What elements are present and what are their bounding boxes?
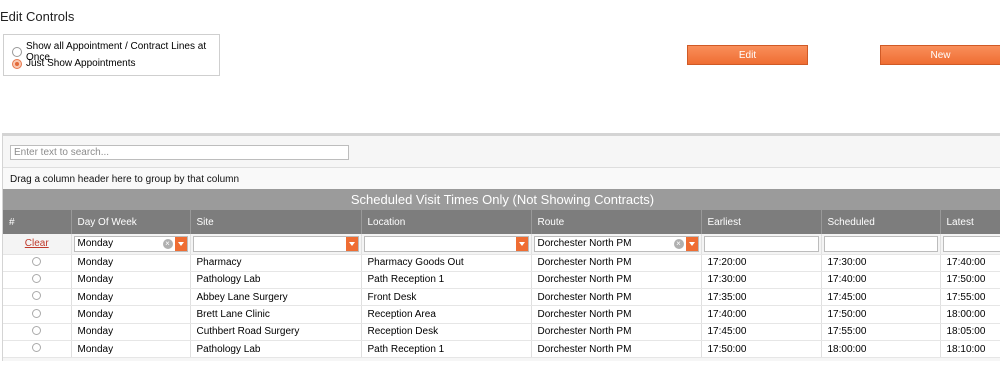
cell-location: Pharmacy Goods Out: [361, 254, 532, 272]
table-row[interactable]: Monday Pharmacy Pharmacy Goods Out Dorch…: [3, 254, 1000, 272]
page-title: Edit Controls: [0, 9, 75, 24]
site-filter[interactable]: [192, 235, 359, 252]
header-row: # Day Of Week Site Location Route Earlie…: [3, 210, 1000, 234]
cell-day: Monday: [71, 254, 191, 272]
cell-site: Pharmacy: [190, 254, 362, 272]
cell-location: Front Desk: [361, 288, 532, 307]
table-row[interactable]: Monday Pathology Lab Path Reception 1 Do…: [3, 271, 1000, 290]
visit-times-grid: Drag a column header here to group by th…: [2, 133, 1000, 361]
just-appointments-label: Just Show Appointments: [26, 58, 136, 69]
row-select-radio[interactable]: [31, 273, 41, 283]
cell-site: Brett Lane Clinic: [190, 305, 362, 324]
cell-latest: 18:10:00: [940, 340, 1000, 359]
cell-scheduled: 18:00:00: [821, 340, 941, 359]
route-filter[interactable]: Dorchester North PM ×: [533, 235, 699, 252]
cell-day: Monday: [71, 323, 191, 341]
cell-day: Monday: [71, 288, 191, 307]
filter-row: Clear Monday × Dorchester North PM ×: [3, 234, 1000, 255]
cell-route: Dorchester North PM: [531, 288, 702, 307]
cell-site: Abbey Lane Surgery: [190, 288, 362, 307]
cell-scheduled: 17:55:00: [821, 323, 941, 341]
route-dropdown-icon[interactable]: [685, 236, 698, 251]
cell-latest: 17:40:00: [940, 254, 1000, 272]
cell-scheduled: 17:30:00: [821, 254, 941, 272]
location-dropdown-icon[interactable]: [515, 236, 528, 251]
column-header-location[interactable]: Location: [361, 210, 532, 234]
clear-route-icon[interactable]: ×: [673, 238, 684, 249]
edit-button[interactable]: Edit: [687, 45, 808, 65]
day-filter-value: Monday: [77, 238, 114, 250]
cell-route: Dorchester North PM: [531, 271, 702, 290]
cell-route: Dorchester North PM: [531, 254, 702, 272]
cell-earliest: 17:35:00: [701, 288, 822, 307]
cell-earliest: 17:45:00: [701, 323, 822, 341]
cell-earliest: 17:20:00: [701, 254, 822, 272]
table-row[interactable]: Monday Pathology Lab Path Reception 1 Do…: [3, 340, 1000, 359]
cell-earliest: 17:40:00: [701, 305, 822, 324]
search-input[interactable]: [10, 145, 349, 160]
just-appointments-radio[interactable]: [12, 58, 22, 69]
cell-scheduled: 17:50:00: [821, 305, 941, 324]
view-mode-group: Show all Appointment / Contract Lines at…: [3, 34, 220, 76]
grid-table: # Day Of Week Site Location Route Earlie…: [3, 210, 1000, 359]
cell-day: Monday: [71, 340, 191, 359]
cell-earliest: 17:50:00: [701, 340, 822, 359]
group-panel[interactable]: Drag a column header here to group by th…: [3, 167, 1000, 189]
cell-latest: 17:55:00: [940, 288, 1000, 307]
cell-scheduled: 17:40:00: [821, 271, 941, 290]
table-row[interactable]: Monday Abbey Lane Surgery Front Desk Dor…: [3, 288, 1000, 307]
column-header-day[interactable]: Day Of Week: [71, 210, 191, 234]
row-select-radio[interactable]: [31, 291, 41, 301]
cell-route: Dorchester North PM: [531, 323, 702, 341]
latest-filter[interactable]: [942, 235, 1000, 252]
column-header-site[interactable]: Site: [190, 210, 362, 234]
column-header-route[interactable]: Route: [531, 210, 702, 234]
day-filter[interactable]: Monday ×: [73, 235, 188, 252]
cell-day: Monday: [71, 271, 191, 290]
row-select-radio[interactable]: [31, 343, 41, 353]
cell-site: Pathology Lab: [190, 340, 362, 359]
column-header-latest[interactable]: Latest: [940, 210, 1000, 234]
row-select-radio[interactable]: [31, 256, 41, 266]
cell-location: Reception Area: [361, 305, 532, 324]
show-all-radio[interactable]: [12, 47, 22, 57]
cell-earliest: 17:30:00: [701, 271, 822, 290]
column-header-number[interactable]: #: [3, 210, 72, 234]
clear-day-icon[interactable]: ×: [162, 238, 173, 249]
cell-location: Path Reception 1: [361, 271, 532, 290]
cell-latest: 18:00:00: [940, 305, 1000, 324]
column-header-earliest[interactable]: Earliest: [701, 210, 822, 234]
cell-location: Path Reception 1: [361, 340, 532, 359]
scheduled-filter[interactable]: [823, 235, 938, 252]
column-header-scheduled[interactable]: Scheduled: [821, 210, 941, 234]
table-row[interactable]: Monday Cuthbert Road Surgery Reception D…: [3, 323, 1000, 341]
cell-site: Cuthbert Road Surgery: [190, 323, 362, 341]
earliest-filter[interactable]: [703, 235, 819, 252]
site-dropdown-icon[interactable]: [345, 236, 358, 251]
cell-route: Dorchester North PM: [531, 305, 702, 324]
new-button[interactable]: New: [880, 45, 1000, 65]
cell-day: Monday: [71, 305, 191, 324]
cell-location: Reception Desk: [361, 323, 532, 341]
cell-route: Dorchester North PM: [531, 340, 702, 359]
cell-scheduled: 17:45:00: [821, 288, 941, 307]
just-appointments-option[interactable]: Just Show Appointments: [12, 58, 136, 69]
row-select-radio[interactable]: [31, 325, 41, 335]
cell-latest: 17:50:00: [940, 271, 1000, 290]
cell-site: Pathology Lab: [190, 271, 362, 290]
grid-caption: Scheduled Visit Times Only (Not Showing …: [3, 189, 1000, 210]
row-select-radio[interactable]: [31, 308, 41, 318]
location-filter[interactable]: [363, 235, 529, 252]
route-filter-value: Dorchester North PM: [537, 238, 632, 250]
day-dropdown-icon[interactable]: [174, 236, 187, 251]
clear-filters-link[interactable]: Clear: [5, 238, 69, 249]
cell-latest: 18:05:00: [940, 323, 1000, 341]
table-row[interactable]: Monday Brett Lane Clinic Reception Area …: [3, 305, 1000, 324]
